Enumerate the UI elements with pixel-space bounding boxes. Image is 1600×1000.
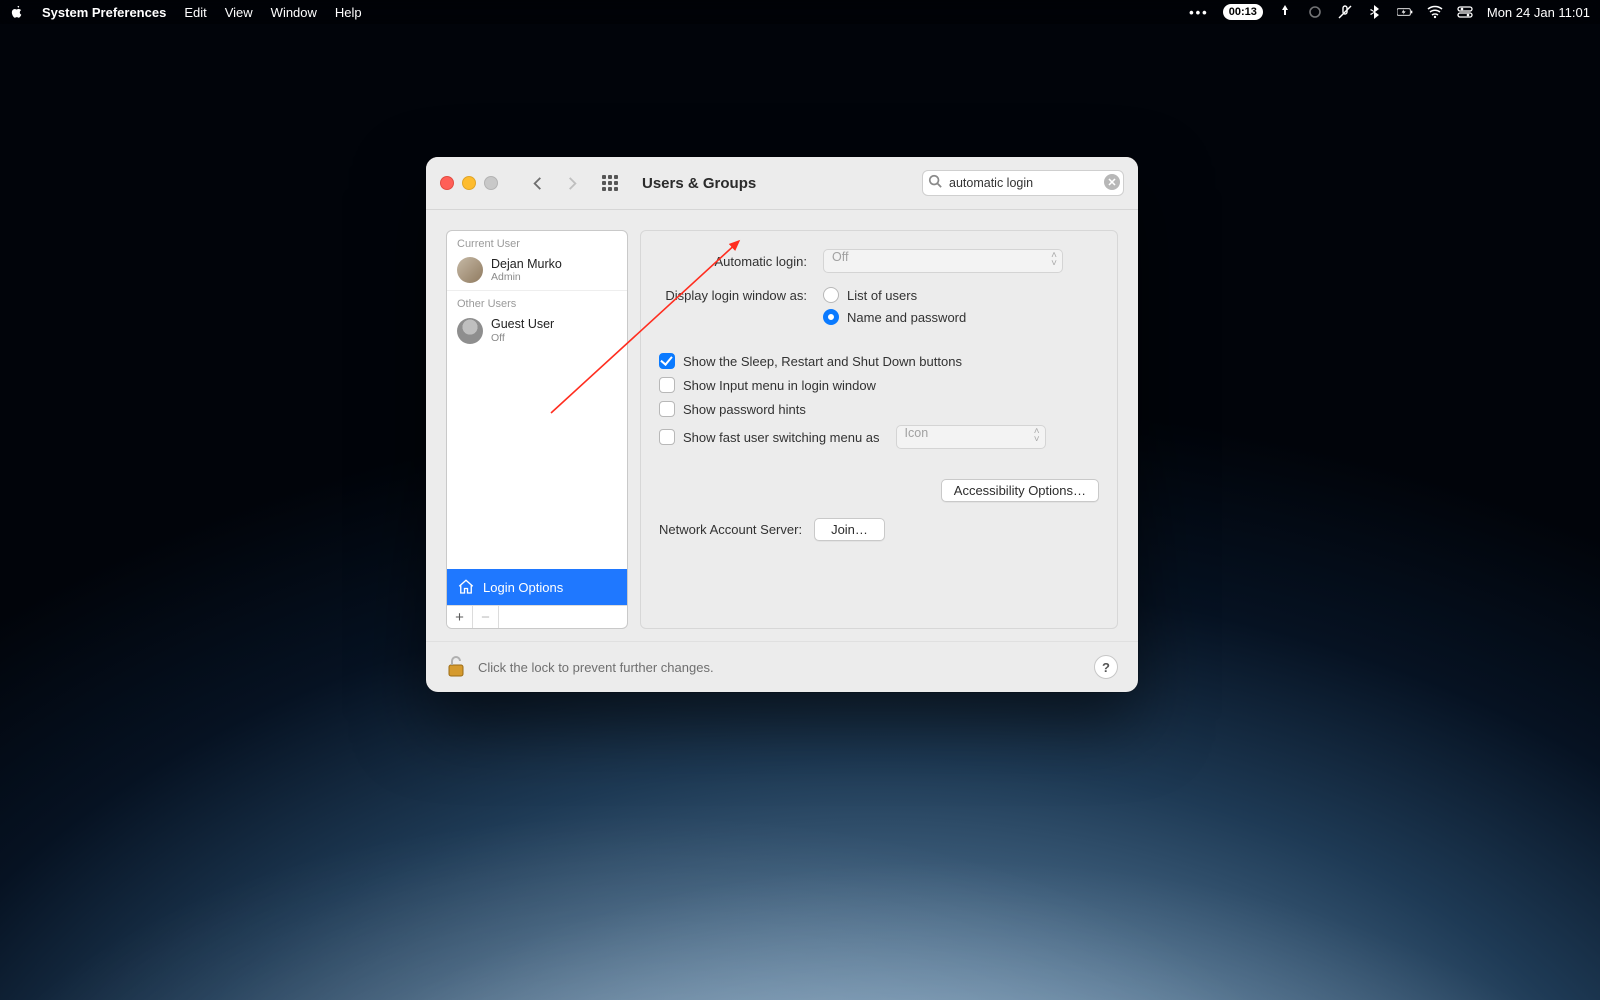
radio-list-of-users[interactable]: List of users [823,287,966,303]
mic-muted-icon[interactable] [1337,4,1353,20]
menubar-extra-ellipsis-icon[interactable]: ••• [1189,5,1209,20]
wifi-icon[interactable] [1427,4,1443,20]
menu-bar: System Preferences Edit View Window Help… [0,0,1600,24]
sidebar-header-current: Current User [447,231,627,254]
display-login-label: Display login window as: [659,287,813,303]
login-options-label: Login Options [483,580,563,595]
search-input[interactable] [922,170,1124,196]
join-button[interactable]: Join… [814,518,885,541]
automatic-login-select[interactable]: Off [823,249,1063,273]
menu-view[interactable]: View [225,5,253,20]
nav-forward-button [565,176,580,191]
control-center-icon[interactable] [1457,4,1473,20]
chevrons-icon: ˄˅ [1051,252,1057,268]
users-sidebar: Current User Dejan Murko Admin Other Use… [446,230,628,629]
checkbox-icon [659,429,675,445]
radio-icon [823,287,839,303]
remove-user-button: − [473,606,499,628]
battery-icon[interactable] [1397,4,1413,20]
automatic-login-label: Automatic login: [659,254,813,269]
home-icon [457,578,475,596]
sidebar-login-options[interactable]: Login Options [447,569,627,605]
checkbox-icon [659,377,675,393]
window-traffic-lights [440,176,498,190]
user-name: Dejan Murko [491,257,562,271]
radio-icon [823,309,839,325]
search-icon [928,174,942,193]
avatar [457,257,483,283]
checkbox-show-sleep-restart[interactable]: Show the Sleep, Restart and Shut Down bu… [659,353,1099,369]
timer-badge[interactable]: 00:13 [1223,4,1263,20]
window-close-button[interactable] [440,176,454,190]
lock-hint-text: Click the lock to prevent further change… [478,660,714,675]
network-account-label: Network Account Server: [659,522,802,537]
login-options-pane: Automatic login: Off ˄˅ Display login wi… [640,230,1118,629]
bluetooth-icon[interactable] [1367,4,1383,20]
sidebar-header-other: Other Users [447,290,627,314]
sidebar-user-current[interactable]: Dejan Murko Admin [447,254,627,290]
status-icon-1[interactable] [1277,4,1293,20]
fast-switch-select: Icon [896,425,1046,449]
checkbox-icon [659,401,675,417]
sidebar-user-guest[interactable]: Guest User Off [447,314,627,350]
accessibility-options-button[interactable]: Accessibility Options… [941,479,1099,502]
checkbox-icon [659,353,675,369]
checkbox-show-password-hints[interactable]: Show password hints [659,401,1099,417]
add-user-button[interactable]: + [447,606,473,628]
window-title: Users & Groups [642,175,756,192]
user-role: Admin [491,271,562,283]
radio-name-and-password[interactable]: Name and password [823,309,966,325]
menu-edit[interactable]: Edit [184,5,206,20]
search-clear-button[interactable]: ✕ [1104,174,1120,190]
help-button[interactable]: ? [1094,655,1118,679]
menu-help[interactable]: Help [335,5,362,20]
chevrons-icon: ˄˅ [1034,428,1040,444]
avatar [457,318,483,344]
system-preferences-window: Users & Groups ✕ Current User Dejan Murk… [426,157,1138,692]
window-minimize-button[interactable] [462,176,476,190]
menubar-clock[interactable]: Mon 24 Jan 11:01 [1487,5,1590,20]
preferences-search: ✕ [922,170,1124,196]
nav-back-button[interactable] [530,176,545,191]
checkbox-fast-user-switching[interactable]: Show fast user switching menu as Icon ˄˅ [659,425,1099,449]
status-icon-2[interactable] [1307,4,1323,20]
window-titlebar: Users & Groups ✕ [426,157,1138,210]
user-role: Off [491,332,554,344]
user-name: Guest User [491,317,554,331]
window-zoom-button[interactable] [484,176,498,190]
apple-menu-icon[interactable] [10,5,24,19]
show-all-prefs-button[interactable] [602,175,618,191]
window-footer: Click the lock to prevent further change… [426,641,1138,692]
lock-icon[interactable] [446,654,466,681]
menu-window[interactable]: Window [271,5,317,20]
checkbox-show-input-menu[interactable]: Show Input menu in login window [659,377,1099,393]
active-app-name[interactable]: System Preferences [42,5,166,20]
